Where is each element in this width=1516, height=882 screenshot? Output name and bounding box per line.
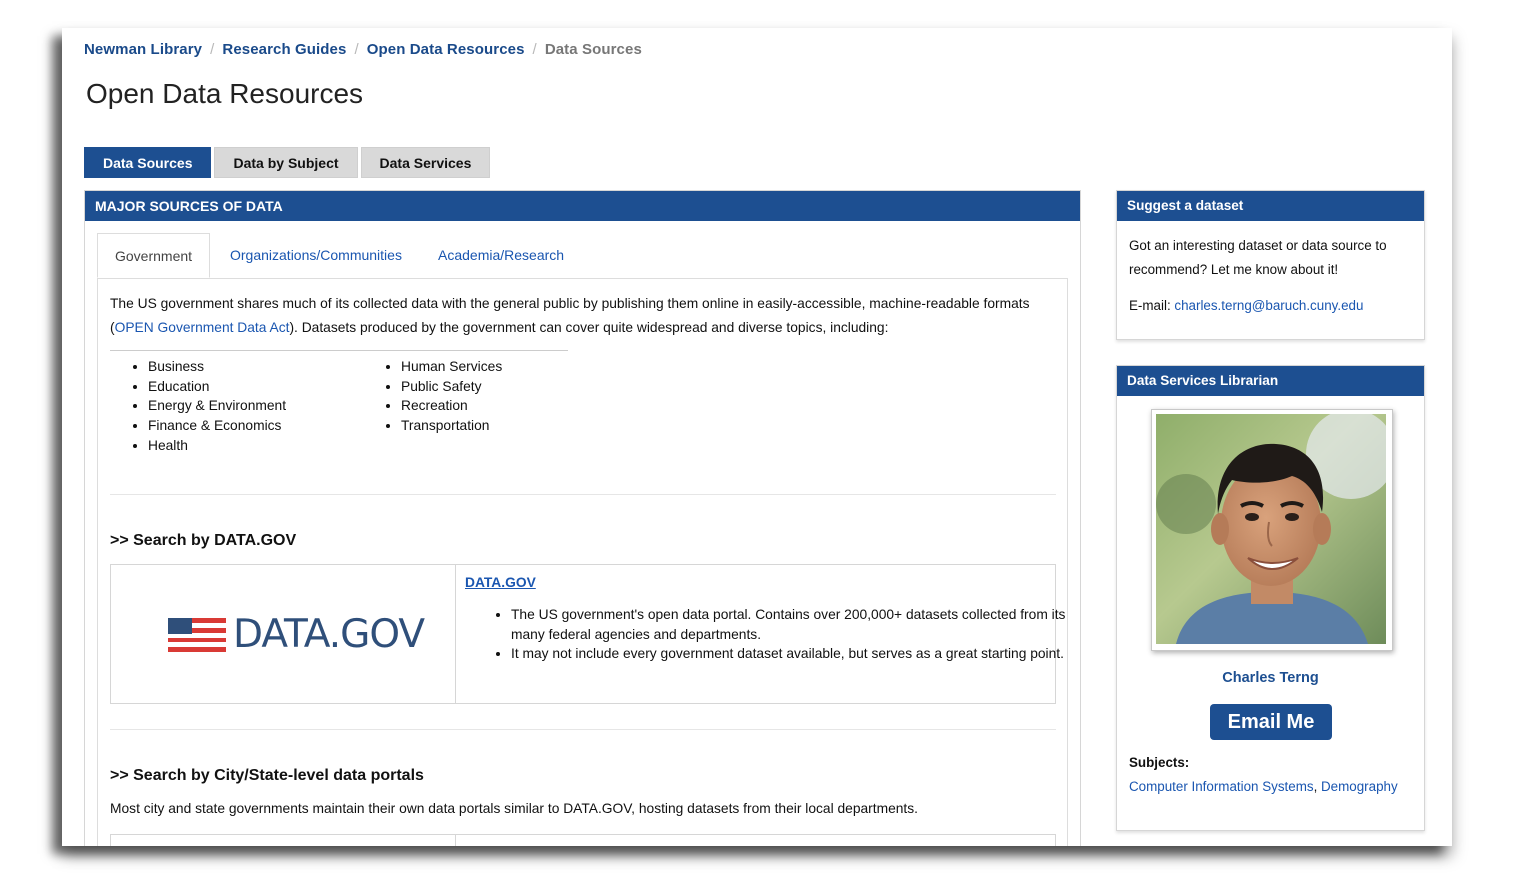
breadcrumb-separator: /	[210, 41, 215, 58]
librarian-name[interactable]: Charles Terng	[1117, 670, 1424, 686]
breadcrumb-open-data-resources[interactable]: Open Data Resources	[367, 41, 525, 58]
datagov-logo-text: DATA.GOV	[233, 612, 425, 657]
datagov-description-cell: DATA.GOV The US government's open data p…	[456, 565, 1065, 703]
divider	[110, 494, 1056, 495]
government-tab-panel: The US government shares much of its col…	[97, 278, 1068, 846]
breadcrumb-separator: /	[354, 41, 359, 58]
list-item: Health	[148, 436, 286, 456]
suggest-dataset-header: Suggest a dataset	[1117, 191, 1424, 221]
subject-link-computer-information-systems[interactable]: Computer Information Systems	[1129, 779, 1314, 794]
table-divider	[455, 835, 456, 846]
open-government-data-act-link[interactable]: OPEN Government Data Act	[115, 320, 290, 335]
datagov-logo[interactable]: DATA.GOV	[168, 612, 425, 657]
tab-academia-research[interactable]: Academia/Research	[438, 233, 564, 278]
city-state-table	[110, 834, 1056, 846]
subject-link-demography[interactable]: Demography	[1321, 779, 1398, 794]
breadcrumb: Newman Library / Research Guides / Open Data…	[84, 41, 642, 58]
tab-government[interactable]: Government	[97, 233, 211, 278]
breadcrumb-research-guides[interactable]: Research Guides	[222, 41, 346, 58]
list-item: Human Services	[401, 357, 502, 377]
tab-data-by-subject[interactable]: Data by Subject	[214, 147, 358, 178]
topics-column-2: Human Services Public Safety Recreation …	[381, 357, 502, 436]
major-sources-box: MAJOR SOURCES OF DATA Government Organiz…	[84, 190, 1081, 846]
list-item: Business	[148, 357, 286, 377]
list-item: Transportation	[401, 416, 502, 436]
suggest-dataset-box: Suggest a dataset Got an interesting dat…	[1116, 190, 1425, 340]
breadcrumb-newman-library[interactable]: Newman Library	[84, 41, 202, 58]
page-title: Open Data Resources	[86, 78, 364, 109]
list-item: It may not include every government data…	[511, 644, 1096, 664]
major-sources-header: MAJOR SOURCES OF DATA	[85, 191, 1080, 221]
government-intro: The US government shares much of its col…	[110, 292, 1040, 340]
librarian-portrait	[1156, 414, 1386, 644]
subjects-label: Subjects:	[1129, 755, 1190, 770]
city-state-heading: >> Search by City/State-level data porta…	[110, 767, 424, 784]
tab-data-sources[interactable]: Data Sources	[84, 147, 212, 178]
list-item: Recreation	[401, 396, 502, 416]
subjects-links: Computer Information Systems, Demography	[1129, 779, 1398, 794]
subjects-separator: ,	[1313, 779, 1322, 794]
datagov-logo-cell: DATA.GOV	[111, 565, 456, 703]
list-item: Public Safety	[401, 377, 502, 397]
page: Newman Library / Research Guides / Open Data…	[62, 28, 1452, 846]
guide-tabs: Data Sources Data by Subject Data Servic…	[84, 147, 491, 178]
datagov-bullets: The US government's open data portal. Co…	[465, 605, 1096, 664]
list-item: Education	[148, 377, 286, 397]
list-item: The US government's open data portal. Co…	[511, 605, 1096, 644]
source-type-tabs: Government Organizations/Communities Aca…	[97, 233, 1068, 279]
datagov-heading: >> Search by DATA.GOV	[110, 532, 297, 549]
email-link[interactable]: charles.terng@baruch.cuny.edu	[1174, 298, 1363, 313]
email-me-button[interactable]: Email Me	[1210, 704, 1332, 740]
us-flag-icon	[168, 618, 226, 652]
list-item: Energy & Environment	[148, 396, 286, 416]
librarian-box: Data Services Librarian Charles Terng Em…	[1116, 365, 1425, 831]
librarian-photo[interactable]	[1151, 409, 1393, 651]
intro-text: ). Datasets produced by the government c…	[289, 320, 889, 335]
librarian-header: Data Services Librarian	[1117, 366, 1424, 396]
topics-list: Business Education Energy & Environment …	[110, 350, 568, 453]
suggest-dataset-text: Got an interesting dataset or data sourc…	[1129, 238, 1387, 277]
datagov-link[interactable]: DATA.GOV	[465, 575, 536, 590]
email-label: E-mail:	[1129, 298, 1175, 313]
tab-data-services[interactable]: Data Services	[360, 147, 491, 178]
divider	[110, 729, 1056, 730]
tab-organizations-communities[interactable]: Organizations/Communities	[230, 233, 402, 278]
city-state-description: Most city and state governments maintain…	[110, 801, 918, 816]
breadcrumb-current: Data Sources	[544, 41, 642, 58]
suggest-email-line: E-mail: charles.terng@baruch.cuny.edu	[1129, 294, 1414, 318]
breadcrumb-separator: /	[532, 41, 537, 58]
list-item: Finance & Economics	[148, 416, 286, 436]
topics-column-1: Business Education Energy & Environment …	[128, 357, 286, 456]
datagov-table: DATA.GOV DATA.GOV The US government's op…	[110, 564, 1065, 704]
